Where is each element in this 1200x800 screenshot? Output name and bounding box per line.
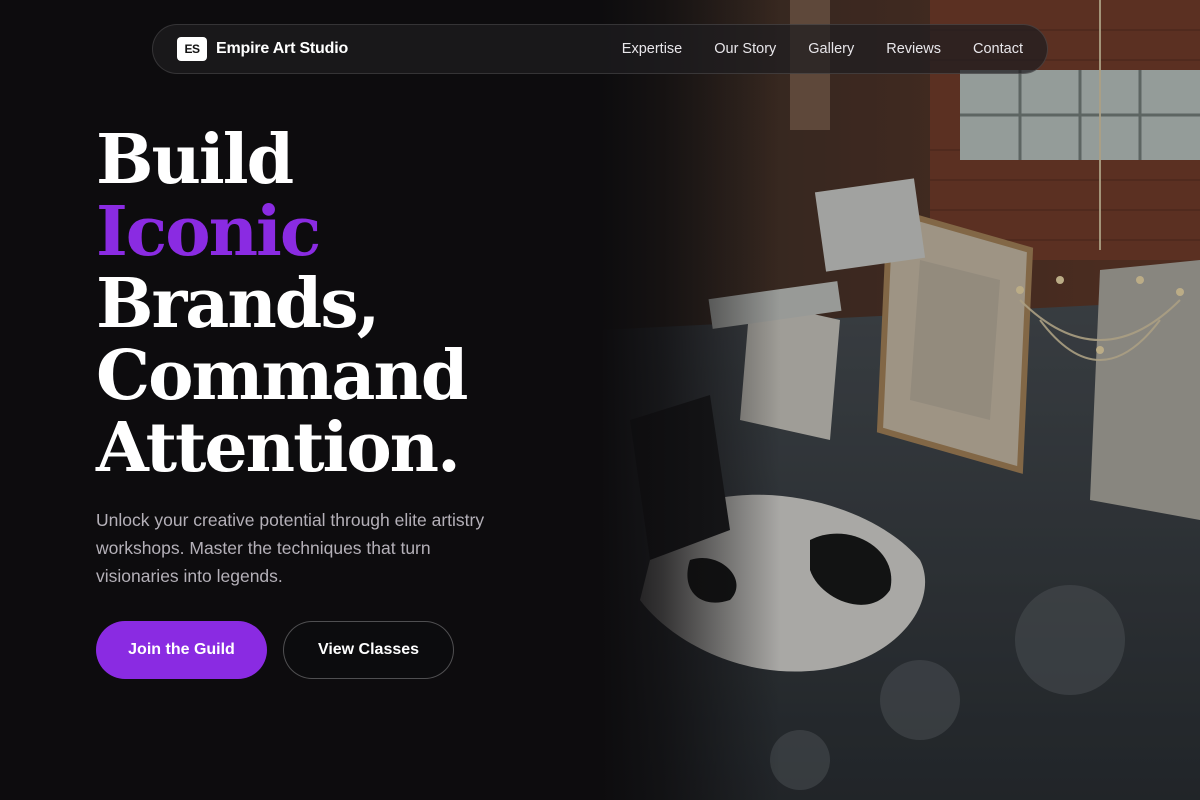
headline-line: Brands, bbox=[96, 264, 380, 344]
join-the-guild-button[interactable]: Join the Guild bbox=[96, 621, 267, 679]
top-navbar: ES Empire Art Studio Expertise Our Story… bbox=[152, 24, 1048, 74]
logo-mark[interactable]: ES bbox=[177, 37, 207, 61]
brand-name[interactable]: Empire Art Studio bbox=[216, 40, 348, 58]
image-fade-overlay bbox=[600, 0, 780, 800]
headline-line: Command bbox=[96, 336, 468, 416]
nav-link-our-story[interactable]: Our Story bbox=[714, 41, 776, 57]
nav-link-contact[interactable]: Contact bbox=[973, 41, 1023, 57]
nav-link-expertise[interactable]: Expertise bbox=[622, 41, 682, 57]
nav-link-reviews[interactable]: Reviews bbox=[886, 41, 941, 57]
nav-links: Expertise Our Story Gallery Reviews Cont… bbox=[622, 41, 1023, 57]
headline-accent-line: Iconic bbox=[96, 192, 321, 272]
headline-line: Attention. bbox=[96, 408, 461, 488]
nav-link-gallery[interactable]: Gallery bbox=[808, 41, 854, 57]
headline-line: Build bbox=[96, 120, 294, 200]
hero-headline: Build Iconic Brands, Command Attention. bbox=[96, 120, 468, 488]
view-classes-button[interactable]: View Classes bbox=[283, 621, 454, 679]
hero-subtitle: Unlock your creative potential through e… bbox=[96, 510, 485, 586]
